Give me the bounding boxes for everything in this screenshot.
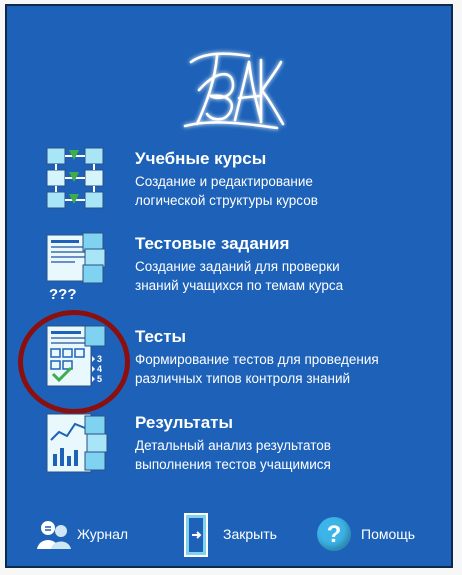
menu-desc-line1: Создание заданий для проверки (135, 259, 340, 274)
help-question-mark: ? (326, 521, 342, 548)
course-structure-icon (45, 146, 105, 210)
list-number-5: 5 (97, 374, 102, 384)
menu-title: Тесты (135, 327, 187, 346)
door-close-icon (184, 513, 208, 557)
journal-button[interactable]: Журнал (37, 511, 157, 559)
menu-item-test-tasks[interactable]: ??? Тестовые задания Создание заданий дл… (37, 231, 457, 311)
menu-desc-line2: различных типов контроля знаний (135, 371, 351, 386)
menu-title: Тестовые задания (135, 234, 290, 253)
results-chart-icon (45, 410, 108, 474)
menu-desc-line2: логической структуры курсов (135, 193, 318, 208)
tvak-logo (177, 40, 287, 135)
users-journal-icon (37, 521, 71, 549)
menu-desc-line1: Детальный анализ результатов (135, 438, 331, 453)
close-button[interactable]: Закрыть (183, 511, 303, 559)
list-number-4: 4 (97, 364, 102, 374)
menu-item-results[interactable]: Результаты Детальный анализ результатов … (37, 410, 457, 490)
menu-title: Учебные курсы (135, 149, 267, 168)
main-window: Учебные курсы Создание и редактирование … (5, 4, 453, 568)
menu-desc-line2: знаний учащихся по темам курса (135, 278, 344, 293)
list-number-3: 3 (97, 354, 102, 364)
help-question-icon: ? (317, 517, 351, 551)
test-tasks-icon: ??? (45, 231, 106, 303)
question-marks-text: ??? (49, 286, 77, 303)
menu-desc-line1: Формирование тестов для проведения (135, 352, 379, 367)
menu-item-courses[interactable]: Учебные курсы Создание и редактирование … (37, 146, 457, 226)
menu-item-tests[interactable]: 3 4 5 Тесты Формирование тестов для пров… (37, 324, 457, 404)
menu-title: Результаты (135, 413, 234, 432)
tests-icon: 3 4 5 (45, 324, 106, 388)
close-label: Закрыть (223, 526, 277, 542)
help-label: Помощь (361, 526, 416, 542)
help-button[interactable]: ? Помощь (317, 511, 447, 559)
journal-label: Журнал (77, 526, 129, 542)
menu-desc-line1: Создание и редактирование (135, 174, 313, 189)
menu-desc-line2: выполнения тестов учащимися (135, 457, 331, 472)
